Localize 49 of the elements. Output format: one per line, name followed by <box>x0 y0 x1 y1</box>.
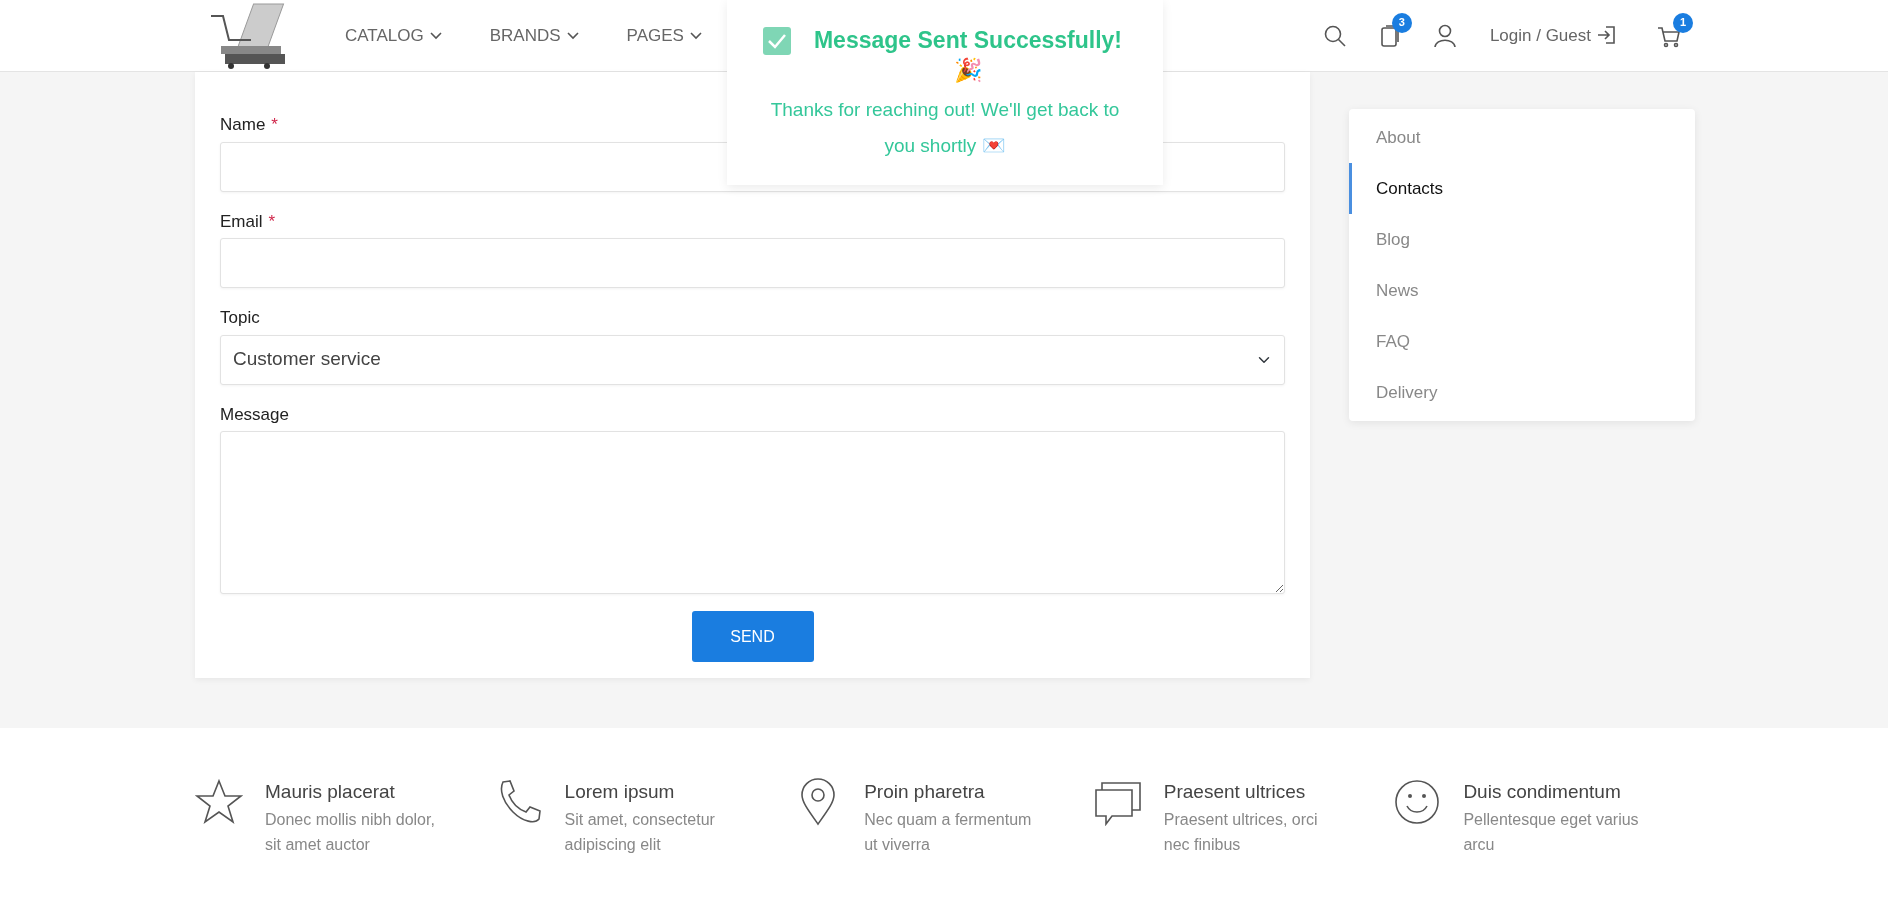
input-field[interactable] <box>220 238 1285 288</box>
sidebar-item[interactable]: About <box>1349 112 1695 163</box>
search-button[interactable] <box>1323 23 1346 48</box>
message-field[interactable] <box>220 431 1285 594</box>
required-mark: * <box>271 114 278 136</box>
account-button[interactable] <box>1433 23 1456 48</box>
toast-message: Thanks for reaching out! We'll get back to you shortly 💌 <box>769 97 1121 158</box>
feature-title: Duis condimentum <box>1463 780 1622 804</box>
smiley-icon <box>1393 778 1442 826</box>
caret-icon <box>429 31 442 40</box>
feature-text: Praesent ultrices, orci nec finibus <box>1163 809 1319 855</box>
login-icon <box>1597 26 1615 45</box>
toast-title: Message Sent Successfully! 🎉 <box>812 26 1124 85</box>
sidebar-item[interactable]: Delivery <box>1349 367 1695 418</box>
required-mark: * <box>268 210 276 233</box>
compare-button[interactable] <box>1379 23 1400 49</box>
feature-text: Sit amet, consectetur adipiscing elit <box>564 809 716 855</box>
feature-text: Donec mollis nibh dolor, sit amet auctor <box>265 809 436 855</box>
cart-icon <box>1657 26 1681 48</box>
sidebar-item[interactable]: News <box>1349 265 1695 316</box>
count-badge: 3 <box>1391 12 1412 33</box>
field-label: Message <box>220 403 289 426</box>
star-icon <box>195 778 243 826</box>
feature-text: Pellentesque eget varius arcu <box>1463 809 1640 855</box>
login-link[interactable]: Login / Guest <box>1489 22 1615 49</box>
caret-icon <box>566 31 579 40</box>
feature-title: Proin pharetra <box>864 780 986 804</box>
field-label: Name <box>220 114 266 136</box>
checkbox-icon <box>762 26 792 56</box>
nav-link[interactable]: PAGES <box>626 22 702 49</box>
user-icon <box>1433 23 1456 48</box>
sidebar-item[interactable]: FAQ <box>1349 316 1695 367</box>
search-icon <box>1323 25 1346 48</box>
feature-title: Mauris placerat <box>265 780 396 804</box>
feature-text: Nec quam a fermentum ut viverra <box>864 809 1033 855</box>
document-icon <box>1379 24 1400 49</box>
topic-select[interactable]: Customer service <box>220 334 1285 385</box>
field-label: Topic <box>220 307 260 329</box>
caret-icon <box>689 31 702 40</box>
send-button[interactable]: SEND <box>691 611 814 662</box>
nav-link[interactable]: CATALOG <box>345 22 442 49</box>
feature-title: Praesent ultrices <box>1163 780 1307 804</box>
cart-button[interactable] <box>1657 24 1681 49</box>
feature-title: Lorem ipsum <box>564 780 676 804</box>
nav-link[interactable]: BRANDS <box>489 22 579 49</box>
field-label: Email <box>220 210 263 233</box>
sidebar-item[interactable]: Blog <box>1349 214 1695 265</box>
sidebar-item[interactable]: Contacts <box>1349 163 1695 214</box>
count-badge: 1 <box>1673 12 1693 33</box>
